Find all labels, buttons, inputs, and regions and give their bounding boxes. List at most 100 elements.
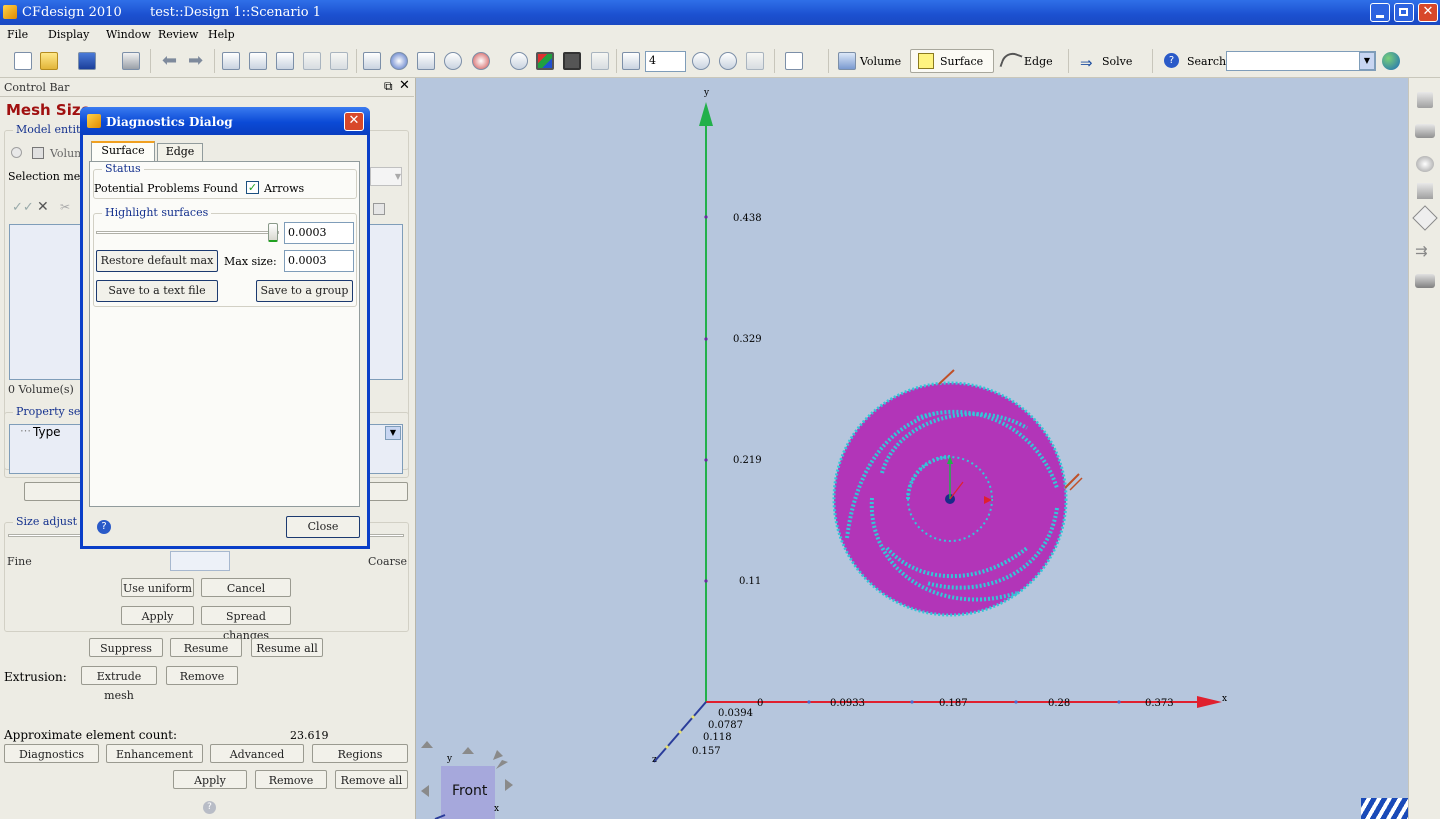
resume-all-button[interactable]: Resume all — [251, 638, 323, 657]
edge-mode-label[interactable]: Edge — [1024, 55, 1053, 68]
remove-extrusion-button[interactable]: Remove — [166, 666, 238, 685]
view-box-icon[interactable] — [222, 52, 240, 70]
shaded-cube-icon[interactable] — [536, 52, 554, 70]
remove-all-button[interactable]: Remove all — [335, 770, 408, 789]
menu-window[interactable]: Window — [106, 28, 151, 41]
float-icon[interactable]: ⧉ — [384, 79, 393, 94]
fine-label: Fine — [7, 555, 32, 568]
dialog-close-icon[interactable]: ✕ — [344, 112, 364, 131]
target-icon[interactable] — [472, 52, 490, 70]
strip-tool-3-icon[interactable] — [1416, 156, 1434, 172]
minimize-button[interactable] — [1370, 3, 1390, 22]
rotate-icon[interactable] — [390, 52, 408, 70]
dialog-help-icon[interactable]: ? — [97, 520, 111, 534]
extrude-mesh-button[interactable]: Extrude mesh — [81, 666, 157, 702]
highlight-slider-track[interactable] — [96, 231, 279, 234]
save-group-button[interactable]: Save to a group — [256, 280, 353, 302]
property-dropdown[interactable]: ▼ — [385, 426, 401, 440]
forward-arrow-icon[interactable]: ➡ — [188, 52, 203, 70]
view-box4-icon[interactable] — [303, 52, 321, 70]
axis-view-icon[interactable] — [622, 52, 640, 70]
z-tick-1: 0.0787 — [708, 720, 743, 731]
delete-icon[interactable]: ✕ — [37, 199, 49, 215]
volume-mode-label[interactable]: Volume — [860, 55, 901, 68]
view-cube-label[interactable]: Front — [452, 783, 487, 799]
apply-button[interactable]: Apply — [173, 770, 247, 789]
restore-default-button[interactable]: Restore default max — [96, 250, 218, 272]
tab-surface[interactable]: Surface — [91, 141, 155, 161]
app-icon — [3, 5, 17, 19]
accept-icon[interactable]: ✓✓ — [12, 200, 34, 215]
z-axis-label: z — [652, 755, 657, 765]
graphics-viewport[interactable]: y x z 0.438 0.329 0.219 0.11 0 0.0933 0.… — [417, 78, 1408, 819]
strip-tool-1-icon[interactable] — [1417, 92, 1433, 108]
diagnostics-button[interactable]: Diagnostics — [4, 744, 99, 763]
zoom-out-icon[interactable] — [719, 52, 737, 70]
view-cube-small-icon[interactable] — [373, 203, 385, 215]
close-panel-icon[interactable]: ✕ — [399, 78, 410, 93]
strip-tool-5-icon[interactable] — [1412, 205, 1438, 231]
enhancement-button[interactable]: Enhancement — [106, 744, 203, 763]
resume-button[interactable]: Resume — [170, 638, 242, 657]
strip-tool-6-icon[interactable]: ⇉ — [1415, 242, 1428, 260]
section-icon[interactable] — [444, 52, 462, 70]
volume-mode-icon[interactable] — [838, 52, 856, 70]
restore-button[interactable] — [1394, 3, 1414, 22]
view-number-input[interactable]: 4 — [645, 51, 686, 72]
regions-button[interactable]: Regions — [312, 744, 408, 763]
advanced-button[interactable]: Advanced — [210, 744, 304, 763]
dialog-close-button[interactable]: Close — [286, 516, 360, 538]
menu-file[interactable]: File — [7, 28, 28, 41]
use-uniform-button[interactable]: Use uniform — [121, 578, 194, 597]
strip-tool-2-icon[interactable] — [1415, 124, 1435, 138]
globe-icon[interactable] — [1382, 52, 1400, 70]
clear-icon[interactable]: ✂ — [60, 200, 70, 214]
open-folder-icon[interactable] — [40, 52, 58, 70]
cancel-button[interactable]: Cancel — [201, 578, 291, 597]
print-icon[interactable] — [122, 52, 140, 70]
close-window-button[interactable]: ✕ — [1418, 3, 1438, 22]
tab-edge[interactable]: Edge — [157, 143, 203, 161]
max-size-input[interactable]: 0.0003 — [284, 250, 354, 272]
apply-size-button[interactable]: Apply — [121, 606, 194, 625]
suppress-button[interactable]: Suppress — [89, 638, 163, 657]
selection-dropdown[interactable]: ▼ — [370, 167, 402, 186]
strip-tool-4-icon[interactable] — [1417, 183, 1433, 199]
window-select-icon[interactable] — [785, 52, 803, 70]
menu-display[interactable]: Display — [48, 28, 89, 41]
highlight-title: Highlight surfaces — [102, 206, 212, 219]
copy-view-icon[interactable] — [363, 52, 381, 70]
surface-mode-icon — [918, 53, 934, 69]
save-icon[interactable] — [78, 52, 96, 70]
menu-help[interactable]: Help — [208, 28, 235, 41]
help-icon[interactable]: ? — [1164, 53, 1179, 68]
panel-help-icon[interactable]: ? — [203, 801, 216, 814]
view-box3-icon[interactable] — [276, 52, 294, 70]
save-text-file-button[interactable]: Save to a text file — [96, 280, 218, 302]
x-axis-arrow — [1197, 696, 1222, 708]
new-file-icon[interactable] — [14, 52, 32, 70]
zoom-in-icon[interactable] — [692, 52, 710, 70]
remove-button[interactable]: Remove — [255, 770, 327, 789]
back-arrow-icon[interactable]: ⬅ — [162, 52, 177, 70]
highlight-slider-thumb[interactable] — [268, 223, 278, 242]
strip-tool-7-icon[interactable] — [1415, 274, 1435, 288]
mirror-icon[interactable] — [746, 52, 764, 70]
eraser-icon[interactable] — [591, 52, 609, 70]
volume-radio[interactable] — [11, 147, 22, 158]
spread-changes-button[interactable]: Spread changes — [201, 606, 291, 642]
solve-label[interactable]: Solve — [1102, 55, 1132, 68]
view-box2-icon[interactable] — [249, 52, 267, 70]
display-mode-icon[interactable] — [563, 52, 581, 70]
menu-review[interactable]: Review — [158, 28, 198, 41]
document-title: test::Design 1::Scenario 1 — [150, 5, 321, 20]
zoom-icon[interactable] — [510, 52, 528, 70]
fit-icon[interactable] — [417, 52, 435, 70]
search-input[interactable] — [1226, 51, 1376, 71]
arrows-checkbox[interactable]: ✓ — [246, 181, 259, 194]
highlight-value-input[interactable]: 0.0003 — [284, 222, 354, 244]
size-value-field[interactable] — [170, 551, 230, 571]
solve-icon[interactable]: ⇒ — [1080, 54, 1093, 72]
search-dropdown-icon[interactable]: ▼ — [1359, 52, 1375, 70]
view-box5-icon[interactable] — [330, 52, 348, 70]
